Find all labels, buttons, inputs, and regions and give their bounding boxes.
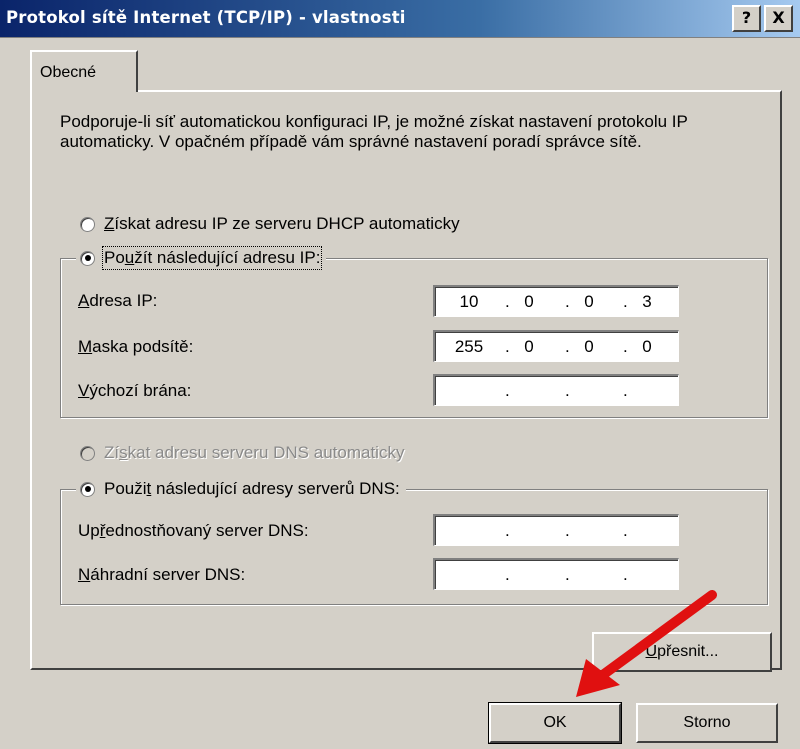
octet-2[interactable]: 0 (509, 292, 549, 312)
radio-dns-auto-indicator[interactable] (80, 445, 95, 461)
label-part: Použi (104, 479, 147, 498)
access-key: s (119, 443, 128, 462)
radio-ip-auto[interactable]: Získat adresu IP ze serveru DHCP automat… (80, 214, 460, 234)
octet-separator: . (623, 381, 628, 400)
octet-separator: . (565, 521, 570, 540)
octet-separator: . (623, 565, 628, 584)
label-part: ednostňovaný server DNS: (105, 521, 309, 540)
radio-dns-manual[interactable]: Použit následující adresy serverů DNS: (76, 479, 406, 499)
annotation-arrow-icon (576, 590, 717, 697)
octet-separator: . (623, 521, 628, 540)
cancel-button[interactable]: Storno (636, 703, 778, 743)
access-key: A (78, 291, 90, 310)
label-part: Po (104, 248, 125, 267)
octet-3[interactable]: 0 (569, 292, 609, 312)
radio-ip-auto-label: Získat adresu IP ze serveru DHCP automat… (104, 214, 460, 234)
radio-ip-manual[interactable]: Použít následující adresu IP: (76, 246, 327, 270)
cancel-label: Storno (683, 714, 731, 731)
octet-separator: . (565, 381, 570, 400)
description-text: Podporuje-li síť automatickou konfigurac… (60, 112, 688, 151)
octet-separator: . (505, 521, 510, 540)
title-bar[interactable]: Protokol sítě Internet (TCP/IP) - vlastn… (0, 0, 800, 38)
label-part: žít následující adresu IP: (134, 248, 321, 267)
preferred-dns-input[interactable]: . . . (433, 514, 679, 546)
ok-button[interactable]: OK (488, 702, 622, 744)
label-part: áhradní server DNS: (90, 565, 246, 584)
subnet-mask-input[interactable]: 255 . 0 . 0 . 0 (433, 330, 679, 362)
label-part: Up (78, 521, 100, 540)
radio-ip-manual-label: Použít následující adresu IP: (101, 246, 323, 270)
label-part: Zí (104, 443, 120, 462)
label-part: dresa IP: (89, 291, 158, 310)
arrow-shaft (595, 590, 717, 682)
access-key: M (78, 337, 93, 356)
label-part: kat adresu serveru DNS automaticky (127, 443, 405, 462)
octet-separator: . (505, 381, 510, 400)
tab-label: Obecné (40, 64, 97, 81)
question-mark-icon: ? (741, 8, 752, 27)
access-key: Z (104, 214, 115, 233)
octet-separator: . (565, 565, 570, 584)
access-key: V (78, 381, 90, 400)
window-title: Protokol sítě Internet (TCP/IP) - vlastn… (6, 8, 406, 27)
octet-1[interactable]: 255 (449, 337, 489, 357)
radio-ip-auto-indicator[interactable] (80, 216, 95, 232)
close-button[interactable]: X (764, 5, 793, 32)
octet-separator: . (505, 565, 510, 584)
access-key: N (78, 565, 91, 584)
label-part: ískat adresu IP ze serveru DHCP automati… (114, 214, 460, 233)
octet-1[interactable]: 10 (449, 292, 489, 312)
access-key: u (124, 248, 135, 267)
octet-2[interactable]: 0 (509, 337, 549, 357)
radio-dns-manual-indicator[interactable] (80, 481, 95, 497)
preferred-dns-label: Upřednostňovaný server DNS: (78, 521, 309, 541)
octet-3[interactable]: 0 (569, 337, 609, 357)
default-gateway-label: Výchozí brána: (78, 381, 191, 401)
octet-4[interactable]: 0 (627, 337, 667, 357)
octet-4[interactable]: 3 (627, 292, 667, 312)
tab-obecne[interactable]: Obecné (30, 50, 138, 92)
radio-dns-auto[interactable]: Získat adresu serveru DNS automaticky (80, 443, 404, 463)
label-part: následující adresy serverů DNS: (151, 479, 400, 498)
ip-address-label: Adresa IP: (78, 291, 157, 311)
subnet-mask-label: Maska podsítě: (78, 337, 193, 357)
label-part: aska podsítě: (92, 337, 194, 356)
radio-ip-manual-indicator[interactable] (80, 250, 95, 266)
radio-dns-auto-label: Získat adresu serveru DNS automaticky (104, 443, 404, 463)
default-gateway-input[interactable]: . . . (433, 374, 679, 406)
label-part: ýchozí brána: (89, 381, 192, 400)
ip-address-input[interactable]: 10 . 0 . 0 . 3 (433, 285, 679, 317)
help-button[interactable]: ? (732, 5, 761, 32)
ok-label: OK (543, 714, 567, 731)
radio-dns-manual-label: Použit následující adresy serverů DNS: (104, 479, 400, 499)
close-icon: X (772, 8, 785, 27)
alternate-dns-label: Náhradní server DNS: (78, 565, 245, 585)
